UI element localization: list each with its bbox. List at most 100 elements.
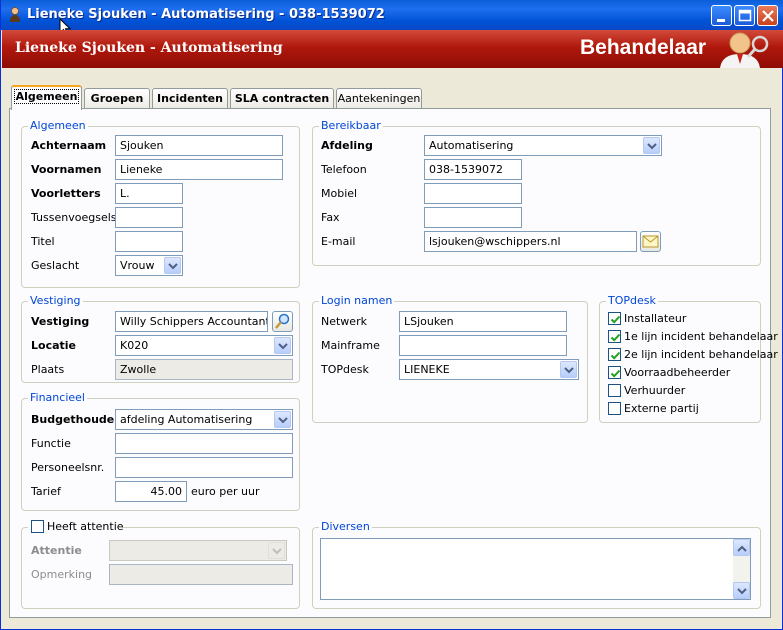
plaats-label: Plaats xyxy=(31,363,65,376)
titel-label: Titel xyxy=(31,235,55,248)
search-vestiging-button[interactable] xyxy=(272,311,293,332)
tab-algemeen-label: Algemeen xyxy=(13,89,80,104)
tarief-field[interactable]: 45.00 xyxy=(115,481,187,502)
telefoon-field[interactable]: 038-1539072 xyxy=(424,159,522,180)
group-algemeen: Algemeen Achternaam Sjouken Voornamen Li… xyxy=(21,119,300,288)
minimize-button[interactable] xyxy=(711,5,732,26)
close-icon xyxy=(762,10,774,22)
tab-panel-algemeen: Algemeen Achternaam Sjouken Voornamen Li… xyxy=(9,108,778,618)
checkbox-externe-partij-label: Externe partij xyxy=(624,402,699,415)
budgethouder-select[interactable]: afdeling Automatisering xyxy=(115,409,293,430)
tussenvoegsels-field[interactable] xyxy=(115,207,183,228)
checkbox-1e-lijn[interactable] xyxy=(608,330,621,343)
voorletters-field[interactable]: L. xyxy=(115,183,183,204)
chevron-down-icon[interactable] xyxy=(560,361,577,378)
tab-groepen-label: Groepen xyxy=(90,92,144,105)
voornamen-field[interactable]: Lieneke xyxy=(115,159,283,180)
group-vestiging: Vestiging Vestiging Willy Schippers Acco… xyxy=(21,294,300,383)
tab-algemeen[interactable]: Algemeen xyxy=(11,85,82,110)
checkbox-2e-lijn[interactable] xyxy=(608,348,621,361)
netwerk-label: Netwerk xyxy=(321,315,367,328)
checkbox-installateur[interactable] xyxy=(608,312,621,325)
chevron-down-icon[interactable] xyxy=(274,411,291,428)
group-diversen-legend: Diversen xyxy=(319,520,372,533)
afdeling-select[interactable]: Automatisering xyxy=(424,135,662,156)
header-title: Lieneke Sjouken - Automatisering xyxy=(15,40,283,56)
netwerk-field[interactable]: LSjouken xyxy=(399,311,567,332)
tab-aantekeningen[interactable]: Aantekeningen xyxy=(336,88,422,109)
checkbox-externe-partij[interactable] xyxy=(608,402,621,415)
user-avatar-icon xyxy=(720,32,769,68)
chevron-down-icon[interactable] xyxy=(643,137,660,154)
chevron-down-icon xyxy=(268,542,285,559)
topdesk-login-label: TOPdesk xyxy=(321,363,369,376)
personeelsnr-field[interactable] xyxy=(115,457,293,478)
header-banner: Lieneke Sjouken - Automatisering Behande… xyxy=(2,30,783,68)
mainframe-label: Mainframe xyxy=(321,339,380,352)
titel-field[interactable] xyxy=(115,231,183,252)
tab-groepen[interactable]: Groepen xyxy=(84,88,150,109)
diversen-textarea[interactable] xyxy=(320,538,751,600)
email-field[interactable]: lsjouken@wschippers.nl xyxy=(424,231,637,252)
chevron-down-icon[interactable] xyxy=(274,337,291,354)
personeelsnr-label: Personeelsnr. xyxy=(31,461,105,474)
tarief-label: Tarief xyxy=(31,485,61,498)
opmerking-label: Opmerking xyxy=(31,568,93,581)
title-bar[interactable]: Lieneke Sjouken - Automatisering - 038-1… xyxy=(1,0,783,37)
minimize-icon xyxy=(717,19,725,22)
vestiging-label: Vestiging xyxy=(31,315,90,328)
vestiging-field[interactable]: Willy Schippers Accountants & xyxy=(115,311,268,332)
fax-label: Fax xyxy=(321,211,340,224)
diversen-scrollbar[interactable] xyxy=(733,539,750,599)
budgethouder-select-value: afdeling Automatisering xyxy=(120,413,253,426)
locatie-label: Locatie xyxy=(31,339,76,352)
checkbox-verhuurder[interactable] xyxy=(608,384,621,397)
group-login-legend: Login namen xyxy=(319,294,395,307)
locatie-select-value: K020 xyxy=(120,339,149,352)
mainframe-field[interactable] xyxy=(399,335,567,356)
topdesk-login-select[interactable]: LIENEKE xyxy=(399,359,579,380)
budgethouder-label: Budgethouder xyxy=(31,413,120,426)
attentie-label: Attentie xyxy=(31,544,82,557)
close-button[interactable] xyxy=(757,5,778,26)
geslacht-label: Geslacht xyxy=(31,259,80,272)
checkbox-heeft-attentie[interactable] xyxy=(31,520,44,533)
search-icon xyxy=(275,313,290,329)
checkbox-voorraadbeheerder-label: Voorraadbeheerder xyxy=(624,366,731,379)
fax-field[interactable] xyxy=(424,207,522,228)
attentie-legend: Heeft attentie xyxy=(28,520,124,535)
functie-field[interactable] xyxy=(115,433,293,454)
scroll-up-button[interactable] xyxy=(733,539,750,556)
afdeling-select-value: Automatisering xyxy=(429,139,514,152)
tussenvoegsels-label: Tussenvoegsels xyxy=(31,211,117,224)
checkbox-1e-lijn-label: 1e lijn incident behandelaar xyxy=(624,330,778,343)
maximize-button[interactable] xyxy=(734,5,755,26)
geslacht-select-value: Vrouw xyxy=(120,259,155,272)
checkbox-voorraadbeheerder[interactable] xyxy=(608,366,621,379)
group-topdesk: TOPdesk Installateur 1e lijn incident be… xyxy=(599,294,778,423)
person-icon xyxy=(10,7,20,22)
group-financieel-legend: Financieel xyxy=(28,391,87,404)
locatie-select[interactable]: K020 xyxy=(115,335,293,356)
chevron-down-icon[interactable] xyxy=(164,257,181,274)
tab-sla-contracten-label: SLA contracten xyxy=(234,92,330,105)
window-title: Lieneke Sjouken - Automatisering - 038-1… xyxy=(27,7,385,22)
achternaam-field[interactable]: Sjouken xyxy=(115,135,283,156)
chevron-down-icon xyxy=(737,588,747,595)
achternaam-label: Achternaam xyxy=(31,139,107,152)
group-login-namen: Login namen Netwerk LSjouken Mainframe T… xyxy=(312,294,588,423)
attentie-select xyxy=(109,540,287,561)
chevron-up-icon xyxy=(737,545,747,552)
functie-label: Functie xyxy=(31,437,71,450)
tab-incidenten[interactable]: Incidenten xyxy=(152,88,228,109)
send-email-button[interactable] xyxy=(640,231,661,252)
checkbox-verhuurder-label: Verhuurder xyxy=(624,384,686,397)
geslacht-select[interactable]: Vrouw xyxy=(115,255,183,276)
mobiel-field[interactable] xyxy=(424,183,522,204)
maximize-icon xyxy=(738,9,752,22)
group-financieel: Financieel Budgethouder afdeling Automat… xyxy=(21,391,300,511)
group-bereikbaar: Bereikbaar Afdeling Automatisering Telef… xyxy=(312,119,761,266)
telefoon-label: Telefoon xyxy=(321,163,367,176)
scroll-down-button[interactable] xyxy=(733,582,750,599)
tab-sla-contracten[interactable]: SLA contracten xyxy=(230,88,334,109)
